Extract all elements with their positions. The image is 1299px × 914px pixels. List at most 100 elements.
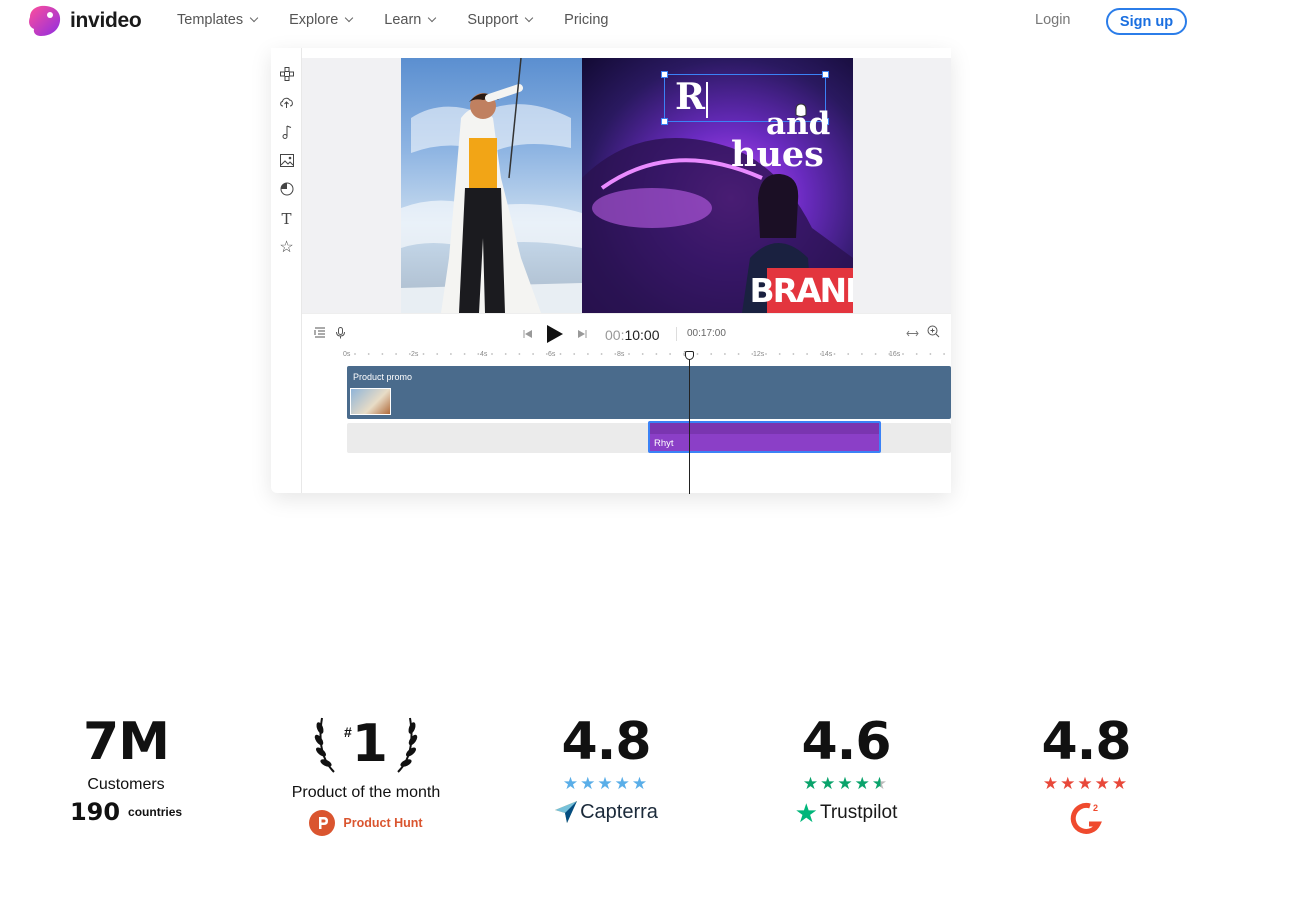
ruler-tick bbox=[696, 353, 699, 355]
countries-label: countries bbox=[128, 805, 183, 819]
ruler-tick bbox=[833, 353, 836, 355]
ruler-tick bbox=[628, 353, 630, 355]
ruler-tick bbox=[614, 353, 617, 355]
ruler-tick bbox=[573, 353, 576, 355]
playhead-line[interactable] bbox=[689, 354, 690, 494]
timeline-ruler[interactable]: 0s 2s 4s 6s 8s 10s 12s 14s 16s bbox=[343, 351, 951, 361]
ruler-tick bbox=[641, 353, 644, 355]
video-track[interactable]: Product promo bbox=[347, 366, 951, 419]
login-link[interactable]: Login bbox=[1035, 12, 1070, 28]
nav-explore[interactable]: Explore bbox=[289, 12, 354, 28]
rank-value: 1 bbox=[351, 714, 388, 774]
nav-pricing[interactable]: Pricing bbox=[564, 12, 608, 28]
stat-trustpilot: 4.6 ★★★★★ ★ Trustpilot bbox=[770, 712, 922, 826]
text-clip[interactable]: Rhyt bbox=[648, 421, 881, 453]
brand-name: invideo bbox=[70, 9, 142, 32]
ruler-tick bbox=[532, 353, 534, 355]
video-canvas[interactable]: R and hues BRAND bbox=[401, 58, 853, 313]
sticker-icon[interactable] bbox=[278, 180, 295, 197]
fit-width-icon[interactable] bbox=[906, 327, 919, 341]
trustpilot-star-icon: ★ bbox=[794, 798, 818, 828]
nav-explore-label: Explore bbox=[289, 12, 339, 28]
ruler-tick bbox=[463, 353, 466, 355]
product-hunt-label: Product of the month bbox=[291, 784, 441, 801]
ruler-tick bbox=[943, 353, 945, 355]
half-star-icon: ★ bbox=[871, 774, 890, 793]
divider bbox=[676, 327, 677, 341]
signup-button[interactable]: Sign up bbox=[1106, 8, 1187, 35]
resize-handle-tl[interactable] bbox=[661, 71, 668, 78]
ruler-tick bbox=[915, 353, 918, 355]
capterra-brand: Capterra bbox=[530, 800, 682, 824]
ruler-tick bbox=[491, 353, 493, 355]
playhead-handle[interactable] bbox=[685, 351, 694, 360]
layout-icon[interactable] bbox=[278, 65, 295, 82]
chevron-down-icon bbox=[345, 13, 354, 23]
product-hunt-brand: Product Hunt bbox=[270, 810, 462, 836]
ruler-tick bbox=[861, 353, 863, 355]
ruler-tick bbox=[806, 353, 808, 355]
ruler-tick bbox=[559, 353, 562, 355]
nav-templates-label: Templates bbox=[177, 12, 244, 28]
stat-capterra: 4.8 ★★★★★ Capterra bbox=[530, 712, 682, 824]
resize-handle-bl[interactable] bbox=[661, 118, 668, 125]
resize-handle-tr[interactable] bbox=[822, 71, 829, 78]
typed-text[interactable]: R bbox=[675, 76, 705, 118]
countries-value: 190 bbox=[69, 798, 121, 826]
ruler-tick bbox=[724, 353, 726, 355]
ruler-tick bbox=[422, 353, 425, 355]
ruler-tick bbox=[778, 353, 781, 355]
nav-learn[interactable]: Learn bbox=[384, 12, 437, 28]
laurel-right-icon bbox=[397, 717, 418, 773]
ruler-tick bbox=[874, 353, 877, 355]
ruler-label: 12s bbox=[753, 351, 765, 358]
ruler-tick bbox=[847, 353, 850, 355]
list-icon[interactable] bbox=[314, 327, 326, 341]
ruler-tick bbox=[436, 353, 439, 355]
chevron-down-icon bbox=[524, 13, 534, 23]
invideo-logo[interactable]: invideo bbox=[26, 3, 142, 39]
laurel-rank: # 1 bbox=[270, 712, 462, 776]
ruler-label: 0s bbox=[343, 351, 351, 358]
video-track-label: Product promo bbox=[353, 372, 413, 382]
text-icon[interactable]: T bbox=[278, 210, 295, 228]
brand-badge: BRAND bbox=[749, 268, 853, 313]
nav-templates[interactable]: Templates bbox=[177, 12, 259, 28]
ruler-tick bbox=[504, 353, 507, 355]
star-icon[interactable]: ☆ bbox=[278, 238, 295, 256]
editor-preview: T ☆ R and hues BRAN 00:10:00 00:17:00 0s… bbox=[271, 48, 951, 494]
zoom-in-icon[interactable] bbox=[927, 325, 940, 341]
nav-support[interactable]: Support bbox=[467, 12, 534, 28]
ruler-label: 16s bbox=[889, 351, 901, 358]
g2-rating: 4.8 bbox=[1041, 712, 1131, 772]
total-time: 00:17:00 bbox=[687, 328, 726, 339]
stat-product-hunt: # 1 Product of the month Product Hunt bbox=[270, 712, 462, 836]
product-hunt-icon bbox=[309, 810, 336, 836]
scene-woman-illustration bbox=[401, 58, 582, 313]
nav-learn-label: Learn bbox=[384, 12, 422, 28]
ruler-tick bbox=[354, 353, 356, 355]
skip-back-icon[interactable] bbox=[523, 328, 533, 342]
trustpilot-brand: ★ Trustpilot bbox=[770, 800, 922, 826]
play-icon[interactable] bbox=[546, 324, 564, 347]
tool-rail: T ☆ bbox=[271, 48, 302, 493]
upload-cloud-icon[interactable] bbox=[278, 94, 295, 111]
headline-line-3: hues bbox=[731, 134, 824, 175]
microphone-icon[interactable] bbox=[336, 327, 345, 342]
skip-forward-icon[interactable] bbox=[577, 328, 587, 342]
ruler-tick bbox=[710, 353, 713, 355]
customers-value: 7M bbox=[83, 712, 170, 772]
stat-g2: 4.8 ★★★★★ 2 bbox=[1010, 712, 1162, 836]
invideo-logo-icon bbox=[29, 5, 61, 37]
stat-customers: 7M Customers 190 countries bbox=[50, 712, 202, 826]
ruler-tick bbox=[600, 353, 603, 355]
ruler-label: 8s bbox=[617, 351, 625, 358]
clip-label: Rhyt bbox=[654, 438, 674, 449]
scene-woman-sky bbox=[401, 58, 582, 313]
ruler-tick bbox=[477, 353, 480, 355]
music-icon[interactable] bbox=[278, 123, 295, 140]
top-nav: invideo Templates Explore Learn Support … bbox=[0, 0, 1299, 42]
text-caret bbox=[706, 82, 708, 118]
nav-links: Templates Explore Learn Support Pricing bbox=[177, 12, 640, 28]
image-icon[interactable] bbox=[278, 152, 295, 169]
